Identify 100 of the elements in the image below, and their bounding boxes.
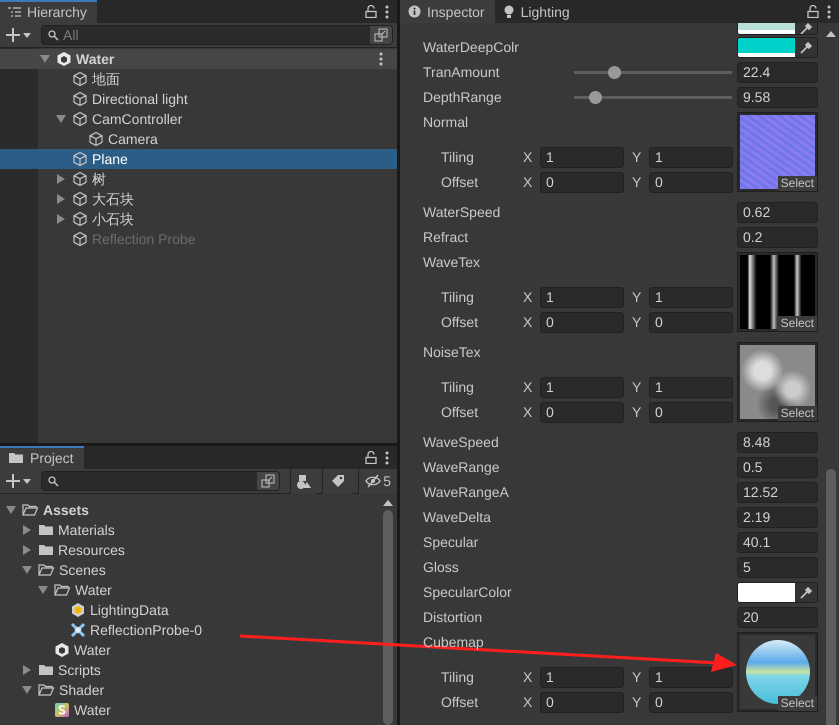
lock-icon[interactable] (365, 451, 377, 464)
hierarchy-item[interactable]: 大石块 (0, 189, 397, 209)
search-field[interactable]: All (41, 25, 393, 45)
number-field[interactable]: 1 (649, 287, 733, 308)
eyedropper-button[interactable] (795, 23, 817, 34)
hierarchy-item[interactable]: Camera (0, 129, 397, 149)
number-field[interactable]: 1 (540, 667, 624, 688)
more-options-icon[interactable] (385, 4, 389, 18)
project-item[interactable]: Scripts (0, 660, 381, 680)
color-field[interactable] (737, 23, 818, 35)
popout-button[interactable] (370, 26, 392, 44)
hierarchy-item[interactable]: CamController (0, 109, 397, 129)
type-filter-button[interactable] (290, 468, 316, 494)
eyedropper-icon (799, 40, 813, 54)
number-field[interactable]: 0 (649, 402, 733, 423)
number-field[interactable]: 0 (649, 692, 733, 713)
field-label: Tiling (441, 288, 475, 307)
number-field[interactable]: 0.2 (737, 227, 818, 248)
select-button[interactable]: Select (778, 176, 817, 191)
lock-icon[interactable] (807, 5, 819, 18)
project-item[interactable]: Assets (0, 500, 381, 520)
number-field[interactable]: 1 (540, 287, 624, 308)
panel-tab[interactable]: Inspector (400, 0, 495, 23)
number-field[interactable]: 20 (737, 607, 818, 628)
texture-slot[interactable]: Select (737, 632, 818, 712)
hierarchy-item[interactable]: 小石块 (0, 209, 397, 229)
color-swatch[interactable] (738, 23, 795, 34)
scroll-up-icon[interactable] (383, 500, 393, 506)
panel-tab[interactable]: Project (0, 446, 84, 469)
more-options-icon[interactable] (827, 4, 831, 18)
number-field[interactable]: 0 (540, 692, 624, 713)
caret-icon (23, 478, 31, 484)
number-field[interactable]: 8.48 (737, 432, 818, 453)
number-field[interactable]: 0 (540, 402, 624, 423)
lock-icon[interactable] (365, 5, 377, 18)
search-field[interactable] (41, 471, 280, 491)
expanded-arrow-icon[interactable] (22, 566, 32, 574)
more-options-icon[interactable] (385, 450, 389, 464)
expanded-arrow-icon[interactable] (56, 115, 66, 123)
more-options-icon[interactable] (379, 52, 383, 66)
project-item[interactable]: LightingData (0, 600, 381, 620)
number-field[interactable]: 0 (540, 312, 624, 333)
collapsed-arrow-icon[interactable] (23, 665, 31, 675)
panel-tab[interactable]: Lighting (494, 0, 580, 23)
slider-thumb[interactable] (588, 91, 602, 104)
expanded-arrow-icon[interactable] (6, 506, 16, 514)
number-field[interactable]: 2.19 (737, 507, 818, 528)
select-button[interactable]: Select (778, 406, 817, 421)
hierarchy-item[interactable]: 地面 (0, 69, 397, 89)
color-swatch[interactable] (738, 583, 795, 602)
hierarchy-item[interactable]: Plane (0, 149, 397, 169)
number-field[interactable]: 12.52 (737, 482, 818, 503)
axis-label: X (523, 668, 534, 687)
popout-button[interactable] (257, 472, 280, 490)
field-label: Offset (441, 313, 480, 332)
number-field[interactable]: 1 (649, 377, 733, 398)
project-item[interactable]: Water (0, 640, 381, 660)
number-field[interactable]: 1 (649, 667, 733, 688)
select-button[interactable]: Select (778, 316, 817, 331)
texture-slot[interactable]: Select (737, 112, 818, 192)
project-item[interactable]: Shader (0, 680, 381, 700)
eyedropper-button[interactable] (795, 38, 817, 57)
color-field[interactable] (737, 37, 818, 58)
number-field[interactable]: 5 (737, 557, 818, 578)
project-item[interactable]: Resources (0, 540, 381, 560)
number-field[interactable]: 1 (540, 377, 624, 398)
project-item[interactable]: Scenes (0, 560, 381, 580)
texture-slot[interactable]: Select (737, 252, 818, 332)
scroll-up-icon[interactable] (826, 31, 836, 37)
select-button[interactable]: Select (778, 696, 817, 711)
expanded-arrow-icon[interactable] (40, 55, 50, 63)
hierarchy-item[interactable]: 树 (0, 169, 397, 189)
scene-row[interactable]: Water (0, 49, 397, 69)
number-field[interactable]: 1 (649, 147, 733, 168)
slider-thumb[interactable] (608, 66, 620, 79)
number-field[interactable]: 1 (540, 147, 624, 168)
hidden-packages-button[interactable]: 5 (358, 468, 397, 494)
project-item[interactable]: Water (0, 700, 381, 720)
number-field[interactable]: 0.5 (737, 457, 818, 478)
number-field[interactable]: 9.58 (737, 87, 818, 108)
scrollbar[interactable] (383, 510, 393, 725)
cube-icon (72, 171, 88, 187)
color-swatch[interactable] (738, 38, 795, 57)
number-field[interactable]: 0 (540, 172, 624, 193)
hierarchy-item[interactable]: Directional light (0, 89, 397, 109)
expanded-arrow-icon[interactable] (22, 686, 32, 694)
number-field[interactable]: 0 (649, 172, 733, 193)
number-field[interactable]: 0 (649, 312, 733, 333)
project-item[interactable]: ReflectionProbe-0 (0, 620, 381, 640)
expanded-arrow-icon[interactable] (38, 586, 48, 594)
number-field[interactable]: 22.4 (737, 62, 818, 83)
texture-slot[interactable]: Select (737, 342, 818, 422)
color-field[interactable] (737, 582, 818, 603)
project-item[interactable]: Materials (0, 520, 381, 540)
number-field[interactable]: 0.62 (737, 202, 818, 223)
number-field[interactable]: 40.1 (737, 532, 818, 553)
label-filter-button[interactable] (322, 468, 352, 494)
panel-tab[interactable]: Hierarchy (0, 0, 97, 23)
project-item[interactable]: Water (0, 580, 381, 600)
eyedropper-button[interactable] (795, 583, 817, 602)
